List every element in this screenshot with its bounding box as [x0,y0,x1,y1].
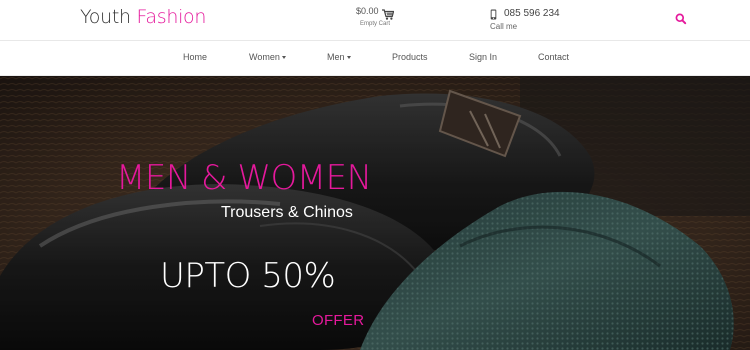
cart-status: Empty Cart [360,21,391,27]
nav-women-label: Women [249,52,280,62]
cart-widget[interactable]: $0.00 Empty Cart [352,5,402,33]
hero-subheadline: Trousers & Chinos [221,204,353,221]
phone-contact[interactable]: 085 596 234 Call me [490,6,570,34]
hero-banner[interactable]: MEN & WOMEN Trousers & Chinos UPTO 50% O… [0,76,750,350]
hero-offer: OFFER [312,312,365,329]
nav-products[interactable]: Products [392,52,428,62]
top-header: Youth Fashion $0.00 Empty Cart 085 596 2… [0,0,750,40]
search-icon[interactable] [674,12,688,26]
hero-promo: UPTO 50% [160,256,336,296]
brand-name-part2: Fashion [136,6,207,28]
nav-sign-in[interactable]: Sign In [469,52,497,62]
nav-men[interactable]: Men [327,52,351,62]
nav-contact[interactable]: Contact [538,52,569,62]
main-nav: Home Women Men Products Sign In Contact [0,40,750,76]
nav-home[interactable]: Home [183,52,207,62]
nav-men-label: Men [327,52,345,62]
hero-background-image [0,76,750,350]
call-me-label: Call me [490,22,518,31]
brand-logo[interactable]: Youth Fashion [80,6,206,28]
hero-headline: MEN & WOMEN [116,158,372,198]
chevron-down-icon [346,56,351,60]
chevron-down-icon [281,56,286,60]
brand-name-part1: Youth [80,6,131,28]
phone-number: 085 596 234 [504,8,560,19]
nav-women[interactable]: Women [249,52,286,62]
cart-total: $0.00 [356,6,379,16]
